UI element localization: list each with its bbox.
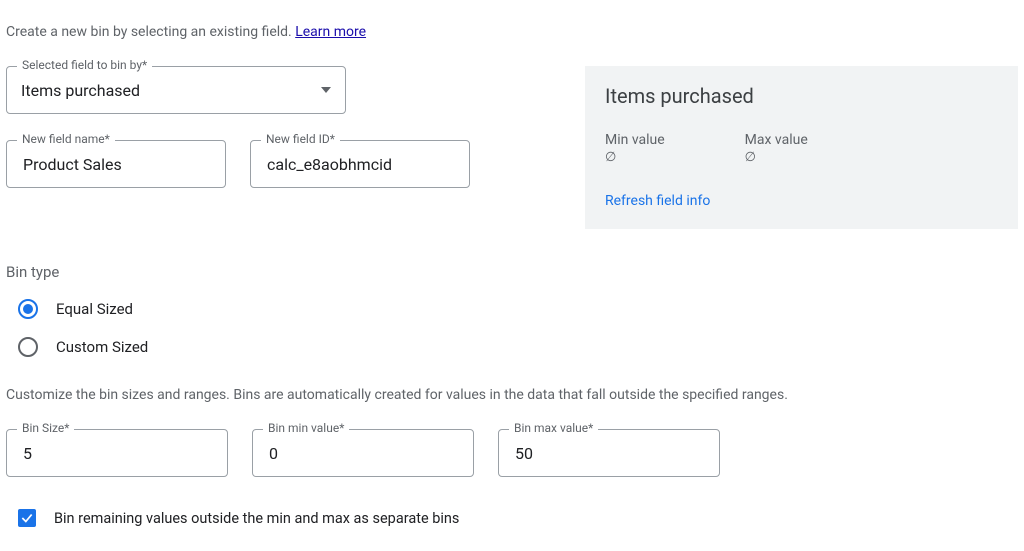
bin-type-option-equal[interactable]: Equal Sized [18, 299, 1018, 319]
bin-min-label: Bin min value* [263, 421, 349, 435]
bin-size-label: Bin Size* [17, 421, 74, 435]
bin-min-input[interactable] [267, 443, 459, 464]
new-field-id-input[interactable] [265, 154, 455, 175]
radio-label-custom: Custom Sized [56, 338, 148, 356]
radio-label-equal: Equal Sized [56, 300, 133, 318]
new-field-name-input[interactable] [21, 154, 211, 175]
bin-type-option-custom[interactable]: Custom Sized [18, 337, 1018, 357]
new-field-id-label: New field ID* [261, 132, 340, 146]
bin-remaining-label: Bin remaining values outside the min and… [54, 510, 459, 527]
learn-more-link[interactable]: Learn more [295, 24, 366, 40]
selected-field-label: Selected field to bin by* [17, 58, 152, 72]
intro-text: Create a new bin by selecting an existin… [6, 24, 1018, 40]
bin-max-label: Bin max value* [509, 421, 598, 435]
bin-size-input[interactable] [21, 443, 213, 464]
refresh-field-info-link[interactable]: Refresh field info [605, 193, 998, 209]
bin-remaining-checkbox[interactable]: Bin remaining values outside the min and… [6, 509, 1018, 527]
intro-prefix: Create a new bin by selecting an existin… [6, 24, 295, 40]
bin-type-heading: Bin type [6, 263, 1018, 281]
min-value: ∅ [605, 150, 665, 165]
bin-max-input[interactable] [513, 443, 705, 464]
new-field-id-input-wrapper: New field ID* [250, 140, 470, 188]
bin-min-input-wrapper: Bin min value* [252, 429, 474, 477]
checkbox-checked-icon [18, 509, 36, 527]
max-value-label: Max value [745, 132, 808, 148]
bin-type-radio-group: Equal Sized Custom Sized [6, 299, 1018, 357]
customize-help-text: Customize the bin sizes and ranges. Bins… [6, 387, 1018, 403]
selected-field-to-bin-by-select[interactable]: Selected field to bin by* Items purchase… [6, 66, 346, 114]
max-value: ∅ [745, 150, 808, 165]
dropdown-caret-icon [321, 87, 331, 93]
info-panel-title: Items purchased [605, 84, 998, 108]
bin-size-input-wrapper: Bin Size* [6, 429, 228, 477]
radio-icon [18, 337, 38, 357]
radio-icon [18, 299, 38, 319]
bin-max-input-wrapper: Bin max value* [498, 429, 720, 477]
selected-field-value: Items purchased [21, 81, 321, 100]
new-field-name-input-wrapper: New field name* [6, 140, 226, 188]
min-value-label: Min value [605, 132, 665, 148]
new-field-name-label: New field name* [17, 132, 115, 146]
field-info-panel: Items purchased Min value ∅ Max value ∅ … [585, 66, 1018, 229]
